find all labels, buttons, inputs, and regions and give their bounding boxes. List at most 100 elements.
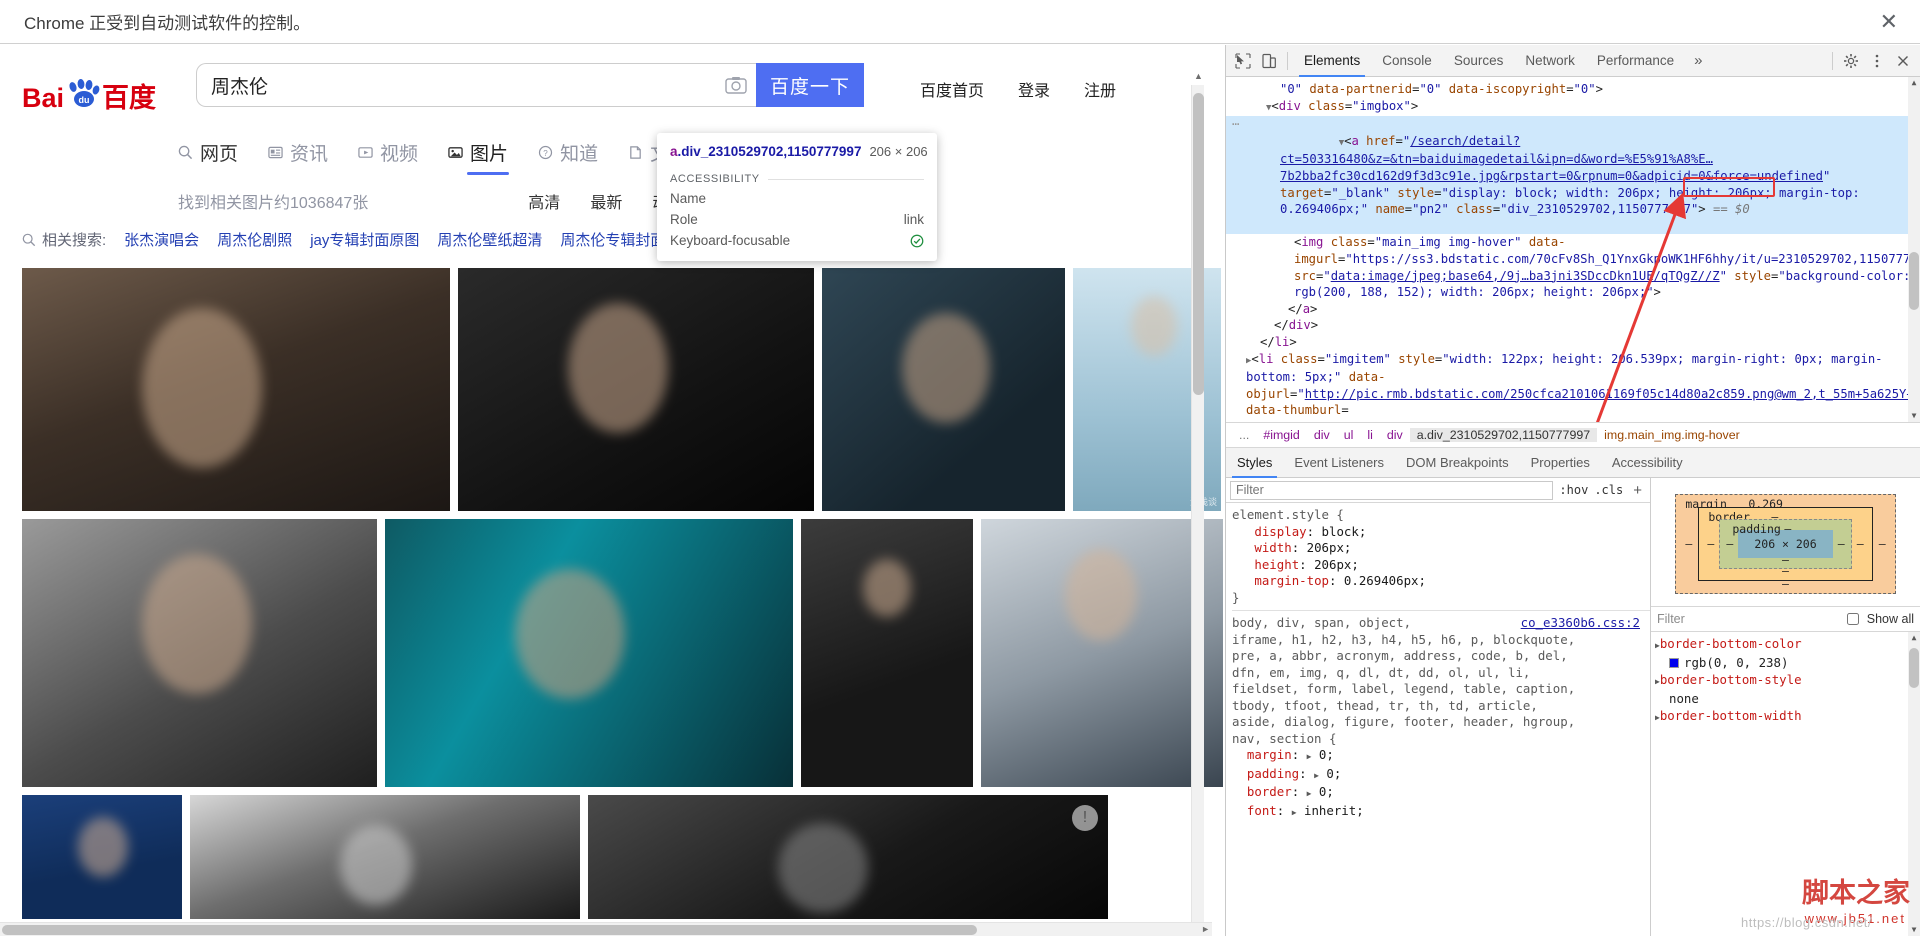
scrollbar-thumb[interactable] [1193, 93, 1204, 395]
border-left-value[interactable]: – [1707, 537, 1714, 551]
new-style-rule-button[interactable]: + [1629, 482, 1646, 499]
tab-video[interactable]: 视频 [358, 139, 418, 175]
image-result[interactable] [22, 268, 450, 511]
search-button[interactable]: 百度一下 [756, 63, 864, 107]
top-link-register[interactable]: 注册 [1084, 77, 1116, 101]
page-vertical-scrollbar[interactable]: ▲ ▼ [1191, 71, 1204, 936]
scrollbar-thumb[interactable] [1909, 648, 1919, 688]
filter-latest[interactable]: 最新 [590, 189, 622, 213]
dom-tree[interactable]: "0" data-partnerid="0" data-iscopyright=… [1226, 77, 1920, 422]
dom-line[interactable]: </a> [1226, 301, 1920, 318]
computed-filter-input[interactable]: Filter [1657, 612, 1835, 626]
image-result[interactable]: ! [588, 795, 1108, 919]
stylesheet-source-link[interactable]: co_e3360b6.css:2 [1521, 615, 1650, 632]
top-link-login[interactable]: 登录 [1018, 77, 1050, 101]
scroll-up-arrow[interactable]: ▲ [1192, 71, 1205, 86]
breadcrumb-item[interactable]: ul [1337, 428, 1361, 442]
image-result[interactable] [458, 268, 814, 511]
gear-icon[interactable] [1838, 48, 1864, 74]
box-model-padding[interactable]: padding – – – – 206 × 206 [1719, 519, 1852, 569]
computed-property[interactable]: ▶border-bottom-color rgb(0, 0, 238) [1655, 635, 1920, 671]
page-horizontal-scrollbar[interactable]: ► [0, 922, 1212, 936]
css-rule-element-style[interactable]: element.style { display: block; width: 2… [1232, 507, 1650, 606]
declaration[interactable]: display: block; [1232, 524, 1650, 541]
padding-top-value[interactable]: – [1784, 522, 1791, 536]
related-item[interactable]: 张杰演唱会 [124, 229, 199, 250]
tab-console[interactable]: Console [1371, 45, 1443, 77]
css-rules[interactable]: element.style { display: block; width: 2… [1226, 503, 1650, 936]
padding-right-value[interactable]: – [1838, 537, 1845, 551]
computed-properties-list[interactable]: ▶border-bottom-color rgb(0, 0, 238) ▶bor… [1651, 632, 1920, 936]
show-all-toggle[interactable]: Show all [1843, 610, 1914, 628]
computed-scrollbar[interactable]: ▲ ▼ [1908, 632, 1920, 936]
search-input[interactable] [197, 74, 716, 96]
related-item[interactable]: jay专辑封面原图 [310, 229, 419, 250]
tab-news[interactable]: 资讯 [268, 139, 328, 175]
declaration[interactable]: border: ▶ 0; [1232, 784, 1650, 803]
related-item[interactable]: 周杰伦壁纸超清 [437, 229, 542, 250]
device-toggle-icon[interactable] [1256, 48, 1282, 74]
more-tabs-icon[interactable]: » [1685, 52, 1711, 69]
tab-webpage[interactable]: 网页 [178, 139, 238, 175]
margin-left-value[interactable]: – [1685, 537, 1692, 551]
breadcrumb-item[interactable]: div [1380, 428, 1410, 442]
scroll-down-arrow[interactable]: ▼ [1908, 924, 1920, 936]
dom-tree-scrollbar[interactable]: ▲ ▼ [1908, 77, 1920, 422]
styles-filter-input[interactable] [1230, 480, 1554, 500]
related-item[interactable]: 周杰伦剧照 [217, 229, 292, 250]
padding-left-value[interactable]: – [1726, 537, 1733, 551]
tab-sources[interactable]: Sources [1443, 45, 1515, 77]
declaration[interactable]: margin: ▶ 0; [1232, 747, 1650, 766]
box-model-margin[interactable]: margin 0.269 – – – border – – – – paddin… [1675, 494, 1896, 594]
tab-zhidao[interactable]: ? 知道 [538, 139, 598, 175]
image-result[interactable] [801, 519, 973, 787]
dom-line[interactable]: </li> [1226, 334, 1920, 351]
tab-dom-breakpoints[interactable]: DOM Breakpoints [1395, 448, 1520, 478]
declaration[interactable]: padding: ▶ 0; [1232, 766, 1650, 785]
border-right-value[interactable]: – [1857, 537, 1864, 551]
inspect-cursor-icon[interactable] [1230, 48, 1256, 74]
tab-performance[interactable]: Performance [1586, 45, 1685, 77]
baidu-logo[interactable]: Bai du 百度 [22, 77, 162, 117]
cls-toggle[interactable]: .cls [1594, 483, 1623, 497]
declaration[interactable]: width: 206px; [1232, 540, 1650, 557]
dom-line[interactable]: </div> [1226, 317, 1920, 334]
image-result[interactable] [822, 268, 1065, 511]
scroll-up-arrow[interactable]: ▲ [1908, 632, 1920, 644]
image-result[interactable] [22, 795, 182, 919]
tab-properties[interactable]: Properties [1520, 448, 1601, 478]
scroll-up-arrow[interactable]: ▲ [1908, 77, 1920, 89]
dom-line[interactable]: "0" data-partnerid="0" data-iscopyright=… [1226, 81, 1920, 98]
image-result[interactable] [22, 519, 377, 787]
computed-property[interactable]: ▶border-bottom-width [1655, 707, 1920, 726]
top-link-home[interactable]: 百度首页 [920, 77, 984, 101]
filter-hd[interactable]: 高清 [528, 189, 560, 213]
box-model-border[interactable]: border – – – – padding – – – – 206 × 206 [1698, 507, 1873, 581]
camera-icon[interactable] [716, 76, 756, 94]
declaration[interactable]: margin-top: 0.269406px; [1232, 573, 1650, 590]
close-icon[interactable] [1890, 48, 1916, 74]
scrollbar-thumb[interactable] [2, 925, 977, 935]
dom-line[interactable]: ▼<div class="imgbox"> [1226, 98, 1920, 117]
image-result[interactable] [190, 795, 580, 919]
tab-network[interactable]: Network [1514, 45, 1586, 77]
dom-line[interactable]: <img class="main_img img-hover" data-img… [1226, 234, 1920, 300]
breadcrumb-item-current[interactable]: a.div_2310529702,1150777997 [1409, 428, 1598, 442]
computed-property[interactable]: ▶border-bottom-style none [1655, 671, 1920, 707]
tab-accessibility[interactable]: Accessibility [1601, 448, 1694, 478]
close-icon[interactable]: ✕ [1880, 10, 1898, 33]
dom-line-selected[interactable]: ⋯ ▼<a href="/search/detail?ct=503316480&z… [1226, 116, 1920, 235]
breadcrumb-item-img[interactable]: img.main_img.img-hover [1597, 428, 1747, 442]
info-badge[interactable]: ! [1072, 805, 1098, 831]
image-result[interactable] [385, 519, 793, 787]
hov-toggle[interactable]: :hov [1559, 483, 1588, 497]
tab-image[interactable]: 图片 [448, 139, 510, 175]
breadcrumb-dots[interactable]: ... [1232, 428, 1256, 442]
more-vertical-icon[interactable] [1864, 48, 1890, 74]
css-rule-ua[interactable]: body, div, span, object, co_e3360b6.css:… [1232, 610, 1650, 821]
declaration[interactable]: height: 206px; [1232, 557, 1650, 574]
show-all-checkbox[interactable] [1846, 613, 1859, 625]
margin-right-value[interactable]: – [1879, 537, 1886, 551]
tab-styles[interactable]: Styles [1226, 448, 1283, 478]
dom-line[interactable]: ▶<li class="imgitem" style="width: 122px… [1226, 351, 1920, 419]
